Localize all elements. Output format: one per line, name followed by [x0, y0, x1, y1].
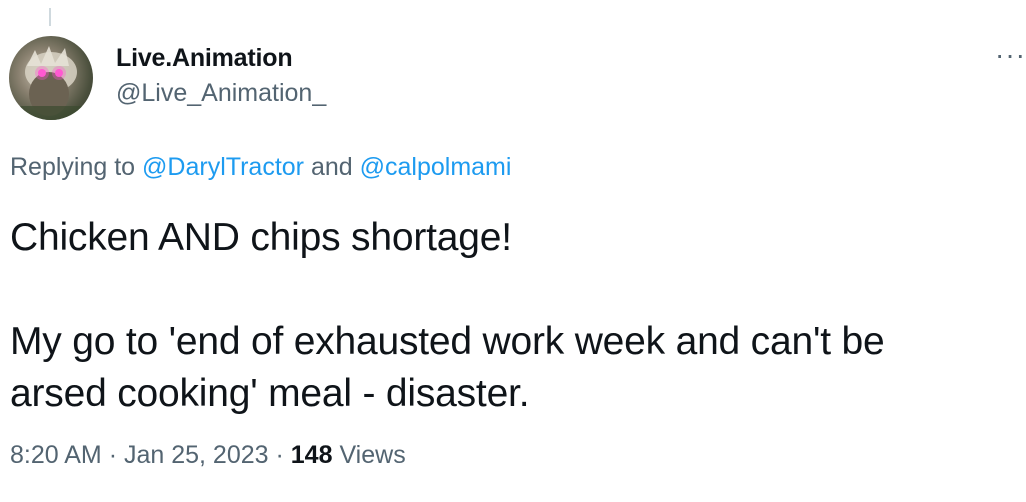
tweet-text-line: Chicken AND chips shortage!: [10, 216, 512, 259]
tweet-date[interactable]: Jan 25, 2023: [124, 441, 269, 469]
tweet-time[interactable]: 8:20 AM: [10, 441, 102, 469]
mention-link-daryltractor[interactable]: @DarylTractor: [142, 153, 304, 181]
author-display-name[interactable]: Live.Animation: [116, 44, 293, 73]
tweet-text-line: My go to 'end of exhausted work week and…: [10, 320, 885, 363]
tweet-meta: 8:20 AM · Jan 25, 2023 · 148 Views: [10, 441, 406, 470]
avatar[interactable]: [9, 36, 93, 120]
replying-joiner: and: [310, 153, 353, 181]
meta-separator: ·: [108, 441, 118, 469]
avatar-image: [9, 46, 93, 120]
mention-link-calpolmami: @calpolmami: [359, 153, 512, 181]
reply-context: Replying to @DarylTractor and @calpolmam…: [10, 153, 511, 182]
more-options-icon[interactable]: ···: [995, 41, 1026, 69]
tweet-text: Chicken AND chips shortage! My go to 'en…: [10, 212, 885, 420]
views-count: 148: [290, 441, 333, 469]
meta-separator: ·: [275, 441, 284, 469]
thread-connector-line: [49, 8, 51, 26]
views-label: Views: [339, 441, 406, 469]
tweet-text-line: arsed cooking' meal - disaster.: [10, 372, 530, 415]
replying-prefix: Replying to: [10, 153, 136, 181]
author-handle[interactable]: @Live_Animation_: [116, 79, 326, 108]
